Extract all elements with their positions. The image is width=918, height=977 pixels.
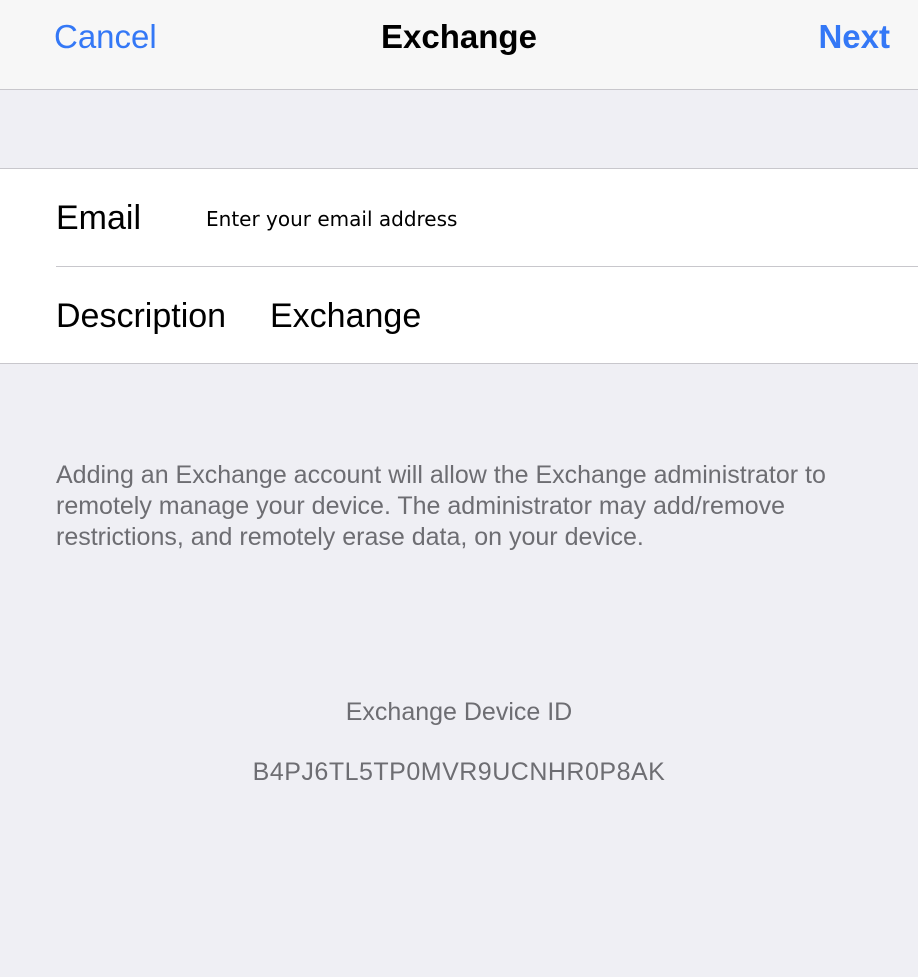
device-id-value: B4PJ6TL5TP0MVR9UCNHR0P8AK	[252, 758, 666, 786]
device-id-label: Exchange Device ID	[345, 698, 573, 726]
description-row[interactable]: Description Exchange	[56, 267, 918, 365]
page-title: Exchange	[381, 18, 537, 55]
email-row: Email	[56, 169, 918, 267]
exchange-notice: Adding an Exchange account will allow th…	[56, 461, 826, 551]
email-label: Email	[56, 199, 142, 237]
next-button[interactable]: Next	[818, 20, 890, 53]
description-label: Description	[56, 297, 227, 335]
account-form: Email Description Exchange	[0, 168, 918, 364]
description-field[interactable]: Exchange	[270, 299, 421, 333]
navigation-bar: Cancel Exchange Next	[0, 0, 918, 90]
email-field[interactable]	[206, 203, 866, 235]
